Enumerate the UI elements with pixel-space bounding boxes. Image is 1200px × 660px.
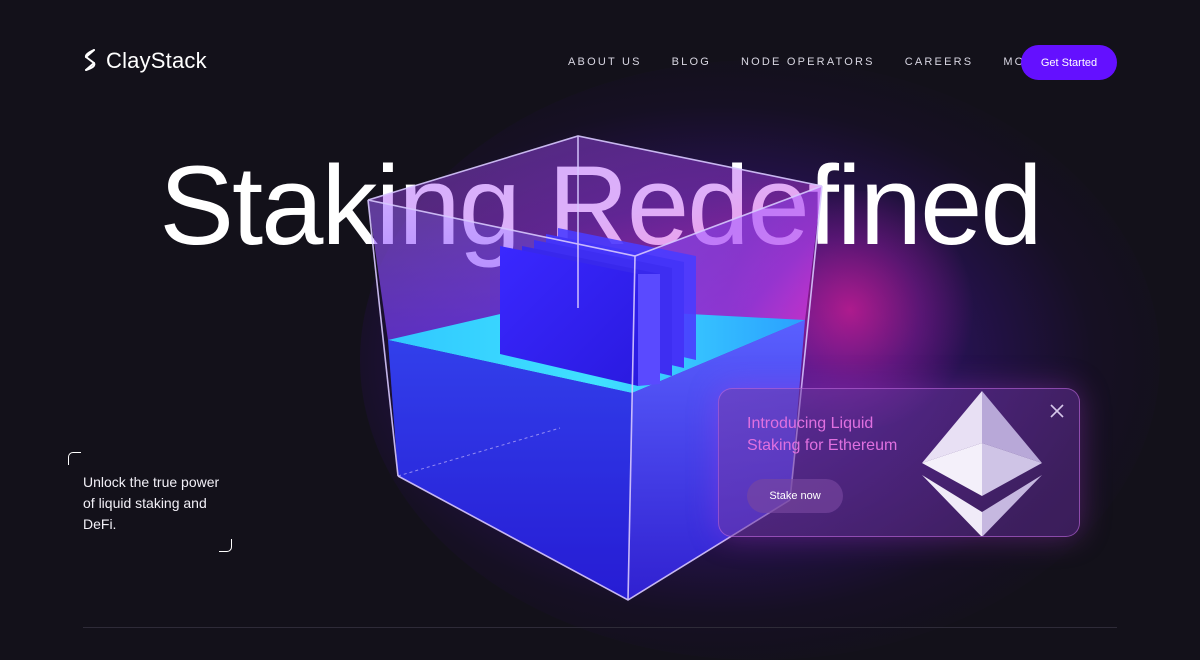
get-started-button[interactable]: Get Started xyxy=(1021,45,1117,80)
section-divider xyxy=(83,627,1117,628)
brand-name: ClayStack xyxy=(106,48,207,73)
nav-item-node-operators[interactable]: NODE OPERATORS xyxy=(741,56,875,68)
main-nav: ABOUT US BLOG NODE OPERATORS CAREERS MOR… xyxy=(568,56,1045,68)
promo-card: Introducing Liquid Staking for Ethereum … xyxy=(718,388,1080,537)
corner-bracket-bottom-right xyxy=(219,539,232,552)
nav-item-careers[interactable]: CAREERS xyxy=(905,56,974,68)
hero-tagline: Unlock the true power of liquid staking … xyxy=(83,474,220,532)
claystack-logo-icon xyxy=(84,49,96,71)
promo-title: Introducing Liquid Staking for Ethereum xyxy=(747,415,898,454)
nav-item-blog[interactable]: BLOG xyxy=(672,56,711,68)
nav-item-about-us[interactable]: ABOUT US xyxy=(568,56,642,68)
stake-now-button[interactable]: Stake now xyxy=(747,479,843,513)
close-icon[interactable] xyxy=(1049,403,1065,419)
hero-tagline-block: Unlock the true power of liquid staking … xyxy=(68,452,232,552)
corner-bracket-top-left xyxy=(68,452,81,465)
ethereum-icon xyxy=(922,391,1042,536)
brand-logo[interactable]: ClayStack xyxy=(82,48,207,74)
